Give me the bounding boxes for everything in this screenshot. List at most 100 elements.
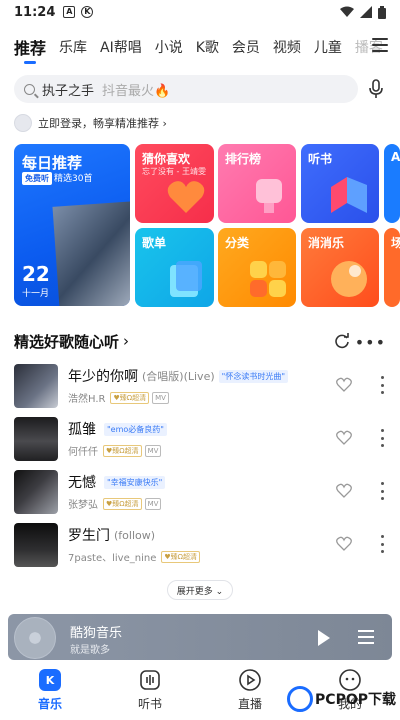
- quality-badge: ♥臻Ω超清: [161, 550, 200, 563]
- album-disc-icon: [14, 617, 56, 659]
- watermark-text: PCPOP下载: [315, 692, 396, 708]
- playlist-tile[interactable]: 歌单: [135, 228, 214, 307]
- player-subtitle: 就是歌多: [70, 645, 110, 656]
- song-cover: [14, 417, 58, 461]
- mv-badge[interactable]: MV: [152, 391, 169, 404]
- song-row[interactable]: 孤雏 "emo必备良药" 何仟仟 ♥臻Ω超清 MV: [14, 417, 386, 461]
- heart-icon[interactable]: [336, 536, 352, 551]
- login-prompt[interactable]: 立即登录，畅享精准推荐 ›: [14, 114, 167, 132]
- feature-grid: 每日推荐 免费听 精选30首 22 十一月 猜你喜欢 忘了没有 - 王靖雯 排行…: [14, 144, 400, 308]
- tab-video[interactable]: 视频: [273, 37, 301, 57]
- category-shape-icon: [250, 261, 286, 297]
- quality-badge: ♥臻Ω超清: [110, 391, 150, 404]
- live-play-icon: [239, 669, 261, 691]
- notification-k-icon: K: [81, 6, 94, 18]
- nav-live[interactable]: 直播: [220, 668, 280, 712]
- song-artist: 何仟仟: [68, 447, 98, 458]
- song-tag: "怀念读书时光曲": [218, 369, 288, 383]
- candy-shape-icon: [331, 261, 367, 297]
- free-badge: 免费听: [22, 172, 52, 185]
- book-shape-icon: [331, 177, 367, 213]
- nav-audiobook[interactable]: 听书: [120, 668, 180, 712]
- trophy-shape-icon: [256, 179, 282, 213]
- match-game-tile[interactable]: 消消乐: [301, 228, 379, 307]
- voice-search-icon[interactable]: [368, 79, 384, 99]
- status-bar: 11:24 A K: [0, 0, 400, 24]
- top-tab-bar: 推荐 乐库 AI帮唱 小说 K歌 会员 视频 儿童 播客: [0, 30, 400, 64]
- tab-novel[interactable]: 小说: [155, 37, 183, 57]
- nav-label: 音乐: [37, 697, 62, 711]
- song-artist: 浩然H.R: [68, 394, 106, 405]
- playlist-shape-icon: [170, 261, 202, 297]
- heart-icon[interactable]: [336, 430, 352, 445]
- song-version: (合唱版)(Live): [142, 370, 215, 383]
- chevron-right-icon[interactable]: ›: [123, 332, 129, 350]
- song-more-icon[interactable]: [380, 376, 384, 394]
- tile-label: A: [391, 150, 400, 164]
- daily-day: 22: [22, 262, 50, 286]
- quality-badge: ♥臻Ω超清: [103, 444, 142, 457]
- search-icon: [24, 83, 35, 95]
- more-feature-tile[interactable]: A: [384, 144, 400, 223]
- tile-subtitle: 忘了没有 - 王靖雯: [142, 167, 206, 176]
- notification-a-icon: A: [63, 6, 76, 18]
- player-title: 酷狗音乐: [70, 626, 123, 641]
- song-version: (follow): [114, 528, 156, 542]
- audiobook-tile[interactable]: 听书: [301, 144, 379, 223]
- section-header: 精选好歌随心听 › •••: [14, 330, 386, 352]
- song-title: 无憾: [68, 475, 96, 491]
- song-title: 罗生门: [68, 528, 110, 544]
- tile-label: 分类: [225, 236, 250, 250]
- tile-label: 猜你喜欢: [142, 152, 191, 166]
- tab-ai-sing[interactable]: AI帮唱: [100, 37, 142, 57]
- signal-icon: [360, 6, 372, 18]
- guess-you-like-tile[interactable]: 猜你喜欢 忘了没有 - 王靖雯: [135, 144, 214, 223]
- song-row[interactable]: 罗生门 (follow) 7paste、live_nine ♥臻Ω超清: [14, 523, 386, 567]
- site-watermark: PCPOP下载: [287, 686, 396, 712]
- category-tile[interactable]: 分类: [218, 228, 296, 307]
- mv-badge[interactable]: MV: [144, 497, 162, 510]
- song-more-icon[interactable]: [380, 482, 384, 500]
- tab-recommend[interactable]: 推荐: [14, 35, 46, 64]
- heart-icon[interactable]: [336, 377, 352, 392]
- tile-label: 歌单: [142, 236, 167, 250]
- tab-karaoke[interactable]: K歌: [196, 37, 219, 57]
- song-row[interactable]: 无憾 "幸福安康快乐" 张梦弘 ♥臻Ω超清 MV: [14, 470, 386, 514]
- tile-label: 消消乐: [308, 236, 345, 250]
- play-icon[interactable]: [318, 630, 330, 646]
- chart-rank-tile[interactable]: 排行榜: [218, 144, 296, 223]
- song-cover: [14, 470, 58, 514]
- mv-badge[interactable]: MV: [144, 444, 162, 457]
- expand-more-button[interactable]: 展开更多 ⌄: [167, 580, 233, 600]
- playlist-queue-icon[interactable]: [358, 630, 374, 644]
- search-query: 执子之手: [42, 83, 95, 99]
- song-more-icon[interactable]: [380, 429, 384, 447]
- song-artist: 张梦弘: [68, 500, 98, 511]
- song-title: 孤雏: [68, 422, 96, 438]
- daily-subtitle: 精选30首: [54, 174, 93, 184]
- mini-player[interactable]: 酷狗音乐 就是歌多: [8, 614, 392, 660]
- song-row[interactable]: 年少的你啊 (合唱版)(Live) "怀念读书时光曲" 浩然H.R ♥臻Ω超清 …: [14, 364, 386, 408]
- svg-text:K: K: [46, 674, 55, 687]
- song-more-icon[interactable]: [380, 535, 384, 553]
- tab-library[interactable]: 乐库: [59, 37, 87, 57]
- daily-month: 十一月: [22, 289, 50, 299]
- more-feature-tile-2[interactable]: 场: [384, 228, 400, 307]
- status-time: 11:24: [14, 4, 56, 20]
- tab-vip[interactable]: 会员: [232, 37, 260, 57]
- search-input[interactable]: 执子之手 抖音最火🔥: [14, 75, 358, 103]
- tile-label: 排行榜: [225, 152, 262, 166]
- daily-recommend-card[interactable]: 每日推荐 免费听 精选30首 22 十一月: [14, 144, 130, 306]
- login-prompt-text: 立即登录，畅享精准推荐 ›: [38, 117, 167, 130]
- avatar: [14, 114, 32, 132]
- tab-kids[interactable]: 儿童: [314, 37, 342, 57]
- nav-music[interactable]: K 音乐: [20, 668, 80, 712]
- tile-label: 听书: [308, 152, 333, 166]
- heart-icon[interactable]: [336, 483, 352, 498]
- nav-label: 直播: [237, 697, 262, 711]
- more-options-icon[interactable]: •••: [355, 333, 386, 352]
- menu-icon[interactable]: [372, 38, 388, 52]
- refresh-icon[interactable]: [334, 333, 350, 349]
- section-title[interactable]: 精选好歌随心听: [14, 331, 119, 352]
- search-hint: 抖音最火🔥: [102, 83, 171, 99]
